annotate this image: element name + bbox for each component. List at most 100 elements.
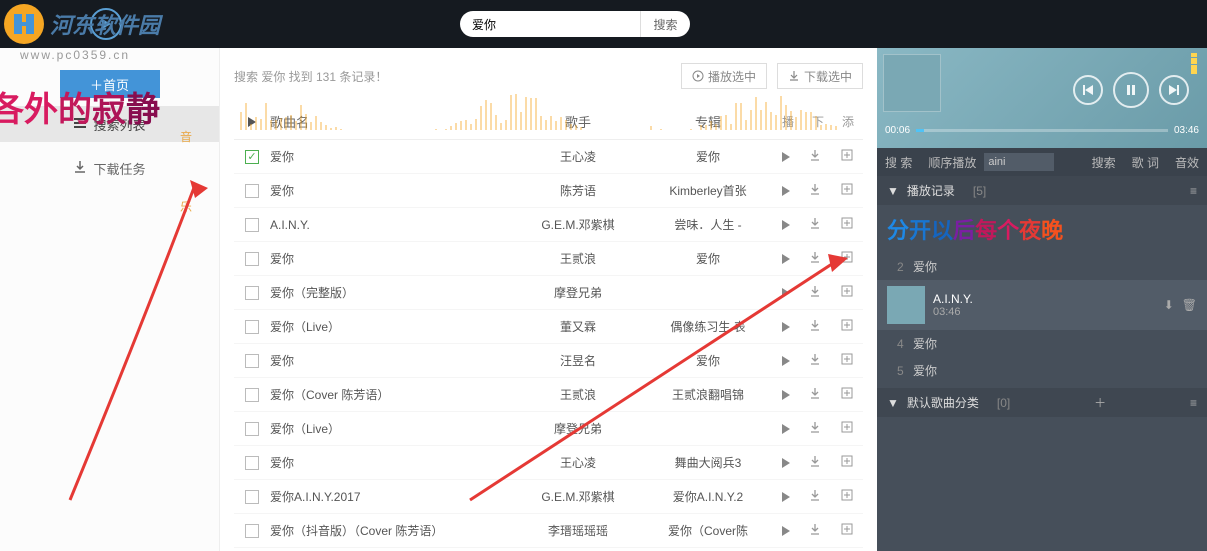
row-add-icon[interactable] bbox=[840, 488, 854, 505]
row-add-icon[interactable] bbox=[840, 148, 854, 165]
row-add-icon[interactable] bbox=[840, 352, 854, 369]
row-checkbox[interactable] bbox=[245, 320, 259, 334]
playlist-item[interactable]: 4爱你 bbox=[877, 330, 1207, 357]
tab-lyrics[interactable]: 歌 词 bbox=[1124, 154, 1167, 171]
track-delete-icon[interactable]: 🗑 bbox=[1182, 298, 1197, 312]
play-history-header[interactable]: ▼ 播放记录 [5] ≡ bbox=[877, 176, 1207, 205]
row-play-icon[interactable] bbox=[782, 458, 790, 468]
play-selected-button[interactable]: 播放选中 bbox=[681, 63, 767, 89]
table-row[interactable]: 爱你 王心凌 舞曲大阅兵3 bbox=[234, 446, 863, 480]
row-download-icon[interactable] bbox=[808, 522, 822, 539]
table-row[interactable]: 爱你 王贰浪 爱你 bbox=[234, 242, 863, 276]
row-download-icon[interactable] bbox=[808, 182, 822, 199]
panel-search-input[interactable] bbox=[984, 153, 1054, 171]
table-row[interactable]: 爱你 王贰浪 bbox=[234, 548, 863, 550]
col-artist[interactable]: 歌手 bbox=[513, 112, 643, 131]
download-selected-button[interactable]: 下载选中 bbox=[777, 63, 863, 89]
row-add-icon[interactable] bbox=[840, 216, 854, 233]
row-play-icon[interactable] bbox=[782, 492, 790, 502]
album-art[interactable] bbox=[883, 54, 941, 112]
row-download-icon[interactable] bbox=[808, 250, 822, 267]
row-download-icon[interactable] bbox=[808, 454, 822, 471]
row-download-icon[interactable] bbox=[808, 148, 822, 165]
song-album: 爱你（Cover陈 bbox=[643, 522, 773, 539]
row-checkbox[interactable] bbox=[245, 184, 259, 198]
row-play-icon[interactable] bbox=[782, 254, 790, 264]
sidebar-item-1[interactable]: 下载任务 bbox=[0, 150, 219, 186]
row-play-icon[interactable] bbox=[782, 322, 790, 332]
search-button[interactable]: 搜索 bbox=[640, 11, 690, 37]
table-row[interactable]: 爱你（Cover 陈芳语） 王贰浪 王贰浪翻唱锦 bbox=[234, 378, 863, 412]
play-all-icon[interactable] bbox=[248, 117, 256, 127]
row-add-icon[interactable] bbox=[840, 386, 854, 403]
row-add-icon[interactable] bbox=[840, 182, 854, 199]
row-checkbox[interactable] bbox=[245, 286, 259, 300]
row-add-icon[interactable] bbox=[840, 250, 854, 267]
playlist-item[interactable]: 2爱你 bbox=[877, 253, 1207, 280]
tab-playmode[interactable]: 顺序播放 bbox=[920, 154, 984, 171]
row-play-icon[interactable] bbox=[782, 152, 790, 162]
row-play-icon[interactable] bbox=[782, 526, 790, 536]
col-name[interactable]: 歌曲名 bbox=[270, 112, 513, 131]
row-add-icon[interactable] bbox=[840, 318, 854, 335]
table-row[interactable]: A.I.N.Y. G.E.M.邓紫棋 尝味．人生 - bbox=[234, 208, 863, 242]
row-play-icon[interactable] bbox=[782, 220, 790, 230]
table-row[interactable]: 爱你 陈芳语 Kimberley首张 bbox=[234, 174, 863, 208]
row-download-icon[interactable] bbox=[808, 318, 822, 335]
row-download-icon[interactable] bbox=[808, 216, 822, 233]
app-logo-play-icon[interactable] bbox=[90, 8, 122, 40]
tab-effects[interactable]: 音效 bbox=[1167, 154, 1207, 171]
search-input[interactable] bbox=[460, 11, 640, 37]
row-download-icon[interactable] bbox=[808, 386, 822, 403]
row-checkbox[interactable] bbox=[245, 456, 259, 470]
next-button[interactable] bbox=[1159, 75, 1189, 105]
table-row[interactable]: 爱你（Live） 摩登兄弟 bbox=[234, 412, 863, 446]
track-download-icon[interactable]: ⬇ bbox=[1164, 298, 1174, 312]
row-add-icon[interactable] bbox=[840, 284, 854, 301]
song-name: 爱你A.I.N.Y.2017 bbox=[270, 488, 513, 505]
tab-search-r[interactable]: 搜索 bbox=[1084, 154, 1124, 171]
table-row[interactable]: 爱你（抖音版）（Cover 陈芳语） 李瑨瑶瑶瑶 爱你（Cover陈 bbox=[234, 514, 863, 548]
table-row[interactable]: 爱你 王心凌 爱你 bbox=[234, 140, 863, 174]
prev-button[interactable] bbox=[1073, 75, 1103, 105]
row-play-icon[interactable] bbox=[782, 288, 790, 298]
chevron-down-icon[interactable]: ▼ bbox=[887, 184, 899, 198]
row-checkbox[interactable] bbox=[245, 150, 259, 164]
table-row[interactable]: 爱你 汪昱名 爱你 bbox=[234, 344, 863, 378]
row-play-icon[interactable] bbox=[782, 424, 790, 434]
col-album[interactable]: 专辑 bbox=[643, 112, 773, 131]
row-checkbox[interactable] bbox=[245, 252, 259, 266]
track-thumb bbox=[887, 286, 925, 324]
row-checkbox[interactable] bbox=[245, 218, 259, 232]
list-icon[interactable]: ≡ bbox=[1190, 396, 1197, 410]
row-add-icon[interactable] bbox=[840, 454, 854, 471]
row-play-icon[interactable] bbox=[782, 356, 790, 366]
chevron-down-icon[interactable]: ▼ bbox=[887, 396, 899, 410]
volume-indicator[interactable] bbox=[1191, 52, 1197, 74]
row-play-icon[interactable] bbox=[782, 390, 790, 400]
row-download-icon[interactable] bbox=[808, 284, 822, 301]
row-checkbox[interactable] bbox=[245, 388, 259, 402]
row-play-icon[interactable] bbox=[782, 186, 790, 196]
progress-bar[interactable] bbox=[916, 129, 1168, 132]
row-download-icon[interactable] bbox=[808, 352, 822, 369]
row-add-icon[interactable] bbox=[840, 420, 854, 437]
home-button[interactable]: ＋首页 bbox=[60, 70, 160, 98]
table-row[interactable]: 爱你（完整版） 摩登兄弟 bbox=[234, 276, 863, 310]
row-checkbox[interactable] bbox=[245, 490, 259, 504]
table-row[interactable]: 爱你A.I.N.Y.2017 G.E.M.邓紫棋 爱你A.I.N.Y.2 bbox=[234, 480, 863, 514]
list-icon[interactable]: ≡ bbox=[1190, 184, 1197, 198]
table-row[interactable]: 爱你（Live） 董又霖 偶像练习生 表 bbox=[234, 310, 863, 344]
playlist-item[interactable]: A.I.N.Y.03:46 ⬇ 🗑 bbox=[877, 280, 1207, 330]
row-download-icon[interactable] bbox=[808, 488, 822, 505]
pause-button[interactable] bbox=[1113, 72, 1149, 108]
row-add-icon[interactable] bbox=[840, 522, 854, 539]
row-checkbox[interactable] bbox=[245, 354, 259, 368]
row-download-icon[interactable] bbox=[808, 420, 822, 437]
add-icon[interactable]: ＋ bbox=[1094, 394, 1106, 411]
playlist-category[interactable]: ▼默认歌曲分类[0]＋≡ bbox=[877, 388, 1207, 417]
row-checkbox[interactable] bbox=[245, 422, 259, 436]
tab-search[interactable]: 搜 索 bbox=[877, 154, 920, 171]
row-checkbox[interactable] bbox=[245, 524, 259, 538]
playlist-item[interactable]: 5爱你 bbox=[877, 357, 1207, 384]
